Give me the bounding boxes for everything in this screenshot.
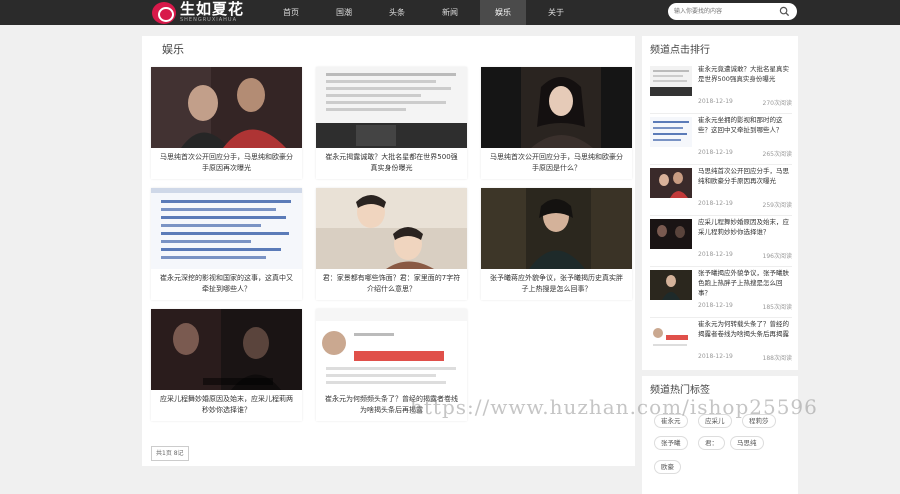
- search-input[interactable]: [674, 6, 774, 17]
- ranking-item-title[interactable]: 崔永元坐拥的影视和那时的这些？这回中又牵扯到哪些人？: [698, 115, 792, 146]
- ranking-item-title[interactable]: 应采儿程舞妙婚原因及始末，应采儿程莉妙妙你选择谁？: [698, 217, 792, 248]
- ranking-thumbnail[interactable]: [650, 270, 692, 300]
- ranking-item-views: 185次阅读: [762, 304, 792, 311]
- article-title[interactable]: 马思纯首次公开回应分手，马思纯和欧豪分手原因是什么？: [481, 148, 632, 179]
- article-card[interactable]: 马思纯首次公开回应分手，马思纯和欧豪分手原因是什么？: [481, 67, 632, 179]
- article-thumbnail[interactable]: [151, 188, 302, 269]
- article-thumbnail[interactable]: [481, 67, 632, 148]
- ranking-thumbnail[interactable]: [650, 66, 692, 96]
- pagination-info[interactable]: 共1页 8记: [151, 446, 189, 461]
- ranking-item-views: 196次阅读: [762, 253, 792, 260]
- ranking-item[interactable]: 崔永元为何转载头条了？曾经的揭露者卷线为啥揭头条后再揭露 2018-12-19 …: [650, 319, 792, 369]
- tag-item[interactable]: 君：: [698, 436, 725, 450]
- article-thumbnail[interactable]: [481, 188, 632, 269]
- article-title[interactable]: 崔永元深挖的影视和国家的这事，这真中又牵扯到哪些人？: [151, 269, 302, 300]
- ranking-item-title[interactable]: 崔永元为何转载头条了？曾经的揭露者卷线为啥揭头条后再揭露: [698, 319, 792, 350]
- article-thumbnail[interactable]: [316, 309, 467, 390]
- site-logo[interactable]: 生如夏花 SHENGRUXIAHUA: [152, 0, 244, 25]
- ranking-item-views: 270次阅读: [762, 100, 792, 107]
- article-card[interactable]: 张予曦蒋应外貌争议，张予曦揭历史真实胖子上热搜是怎么回事？: [481, 188, 632, 300]
- top-navigation-bar: 生如夏花 SHENGRUXIAHUA 首页 国潮 头条 新闻 娱乐 关于: [0, 0, 900, 25]
- ranking-item[interactable]: 崔永元竟遭诚敢？大批名星真实是世界500强真实身份曝光 2018-12-19 2…: [650, 64, 792, 114]
- ranking-item-title[interactable]: 张予曦揭应外貌争议，张予曦肤色跑上热胖子上热搜是怎么回事？: [698, 268, 792, 299]
- tag-item[interactable]: 马思纯: [730, 436, 764, 450]
- nav-entertainment[interactable]: 娱乐: [480, 0, 526, 25]
- ranking-item[interactable]: 马思纯首次公开回应分手，马思纯和欧豪分手原因再次曝光 2018-12-19 25…: [650, 166, 792, 216]
- ranking-thumbnail[interactable]: [650, 168, 692, 198]
- article-title[interactable]: 张予曦蒋应外貌争议，张予曦揭历史真实胖子上热搜是怎么回事？: [481, 269, 632, 300]
- section-title: 娱乐: [162, 43, 184, 56]
- article-card[interactable]: 崔永元揭露诚敢？大批名星都在世界500强真实身份曝光: [316, 67, 467, 179]
- article-card[interactable]: 应采儿程舞妙婚原因及始末，应采儿程莉两秒妙你选择谁？: [151, 309, 302, 421]
- article-thumbnail[interactable]: [151, 67, 302, 148]
- ranking-item[interactable]: 张予曦揭应外貌争议，张予曦肤色跑上热胖子上热搜是怎么回事？ 2018-12-19…: [650, 268, 792, 318]
- ranking-item-views: 188次阅读: [762, 355, 792, 362]
- ranking-item-date: 2018-12-19: [698, 353, 733, 360]
- watermark-text: https://www.huzhan.com/ishop25596: [410, 395, 818, 419]
- ranking-thumbnail[interactable]: [650, 219, 692, 249]
- article-thumbnail[interactable]: [151, 309, 302, 390]
- nav-headlines[interactable]: 头条: [374, 0, 420, 25]
- ranking-item[interactable]: 应采儿程舞妙婚原因及始末，应采儿程莉妙妙你选择谁？ 2018-12-19 196…: [650, 217, 792, 267]
- ranking-item-date: 2018-12-19: [698, 251, 733, 258]
- ranking-item-title[interactable]: 马思纯首次公开回应分手，马思纯和欧豪分手原因再次曝光: [698, 166, 792, 197]
- article-thumbnail[interactable]: [316, 67, 467, 148]
- ranking-thumbnail[interactable]: [650, 321, 692, 351]
- logo-subtitle: SHENGRUXIAHUA: [180, 17, 238, 23]
- ranking-item-date: 2018-12-19: [698, 149, 733, 156]
- article-title[interactable]: 应采儿程舞妙婚原因及始末，应采儿程莉两秒妙你选择谁？: [151, 390, 302, 421]
- ranking-item-views: 265次阅读: [762, 151, 792, 158]
- rose-logo-icon: [152, 1, 176, 24]
- ranking-item-date: 2018-12-19: [698, 98, 733, 105]
- article-title[interactable]: 崔永元揭露诚敢？大批名星都在世界500强真实身份曝光: [316, 148, 467, 179]
- tags-title: 频道热门标签: [650, 385, 710, 396]
- ranking-panel: 频道点击排行 崔永元竟遭诚敢？大批名星真实是世界500强真实身份曝光 2018-…: [642, 36, 798, 370]
- ranking-item-views: 259次阅读: [762, 202, 792, 209]
- nav-guochao[interactable]: 国潮: [321, 0, 367, 25]
- main-nav: 首页 国潮 头条 新闻 娱乐 关于: [268, 0, 586, 25]
- article-card[interactable]: 崔永元深挖的影视和国家的这事，这真中又牵扯到哪些人？: [151, 188, 302, 300]
- nav-home[interactable]: 首页: [268, 0, 314, 25]
- ranking-item[interactable]: 崔永元坐拥的影视和那时的这些？这回中又牵扯到哪些人？ 2018-12-19 26…: [650, 115, 792, 165]
- nav-about[interactable]: 关于: [533, 0, 579, 25]
- tag-item[interactable]: 张予曦: [654, 436, 688, 450]
- article-title[interactable]: 马思纯首次公开回应分手，马思纯和欧豪分手原因再次曝光: [151, 148, 302, 179]
- ranking-thumbnail[interactable]: [650, 117, 692, 147]
- logo-title: 生如夏花: [180, 0, 245, 18]
- search-box: [668, 3, 797, 20]
- ranking-title: 频道点击排行: [650, 45, 710, 56]
- nav-news[interactable]: 新闻: [427, 0, 473, 25]
- ranking-item-title[interactable]: 崔永元竟遭诚敢？大批名星真实是世界500强真实身份曝光: [698, 64, 792, 95]
- article-thumbnail[interactable]: [316, 188, 467, 269]
- search-icon[interactable]: [779, 6, 790, 17]
- tag-item[interactable]: 欧豪: [654, 460, 681, 474]
- ranking-item-date: 2018-12-19: [698, 200, 733, 207]
- tags-panel: 频道热门标签 崔永元 应采儿 程莉莎 张予曦 君： 马思纯 欧豪: [642, 376, 798, 494]
- article-title[interactable]: 君：家景都有哪些饰面？君：家里面的7字符介绍什么意思？: [316, 269, 467, 300]
- article-card[interactable]: 马思纯首次公开回应分手，马思纯和欧豪分手原因再次曝光: [151, 67, 302, 179]
- article-card[interactable]: 君：家景都有哪些饰面？君：家里面的7字符介绍什么意思？: [316, 188, 467, 300]
- ranking-item-date: 2018-12-19: [698, 302, 733, 309]
